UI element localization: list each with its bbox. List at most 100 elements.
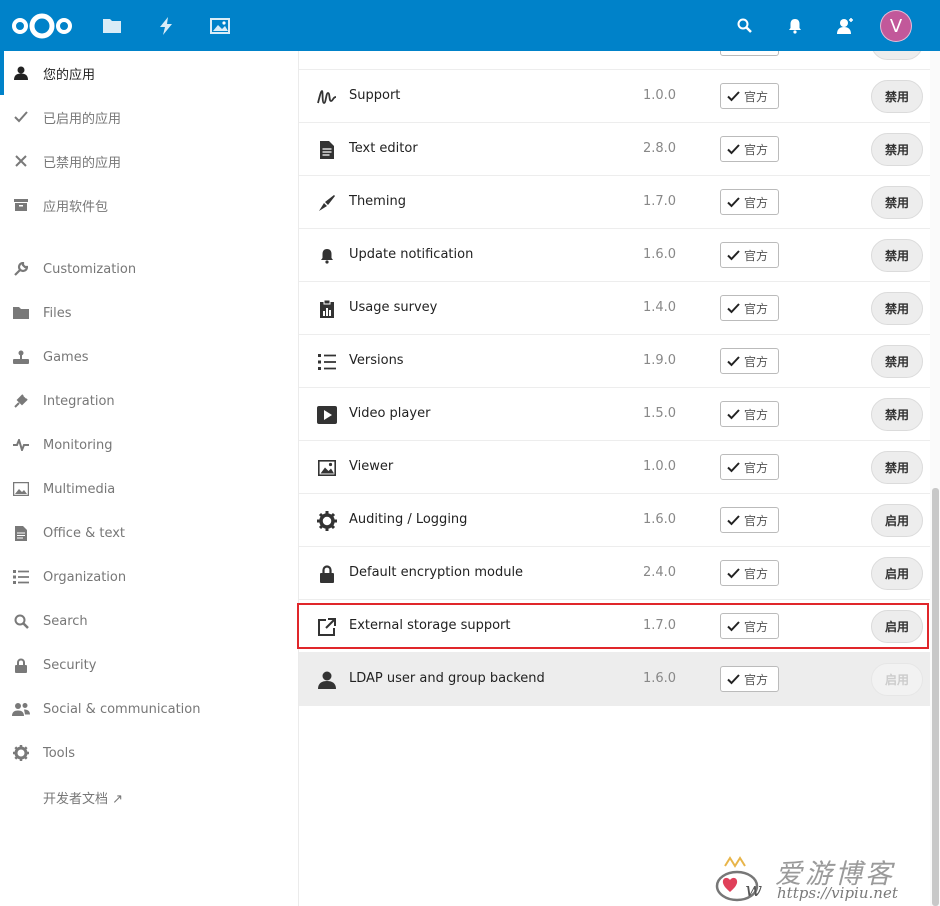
app-name: Viewer — [349, 459, 394, 474]
table-row[interactable]: Text editor 2.8.0 官方 禁用 — [299, 123, 930, 176]
user-icon — [12, 64, 30, 82]
image-icon — [12, 480, 30, 498]
sidebar-item-label: Files — [43, 305, 72, 321]
enable-button[interactable]: 启用 — [871, 504, 923, 537]
table-row[interactable]: Usage survey 1.4.0 官方 禁用 — [299, 282, 930, 335]
enable-button[interactable]: 启用 — [871, 663, 923, 696]
sidebar-item-app-bundles[interactable]: 应用软件包 — [0, 183, 298, 227]
app-version: 1.5.0 — [643, 406, 677, 421]
app-version: 1.6.0 — [643, 247, 677, 262]
disable-button[interactable]: 禁用 — [871, 398, 923, 431]
app-name: LDAP user and group backend — [349, 671, 545, 686]
sidebar-item-label: Tools — [43, 745, 76, 761]
badge-label: 官方 — [744, 566, 769, 581]
scrollbar-thumb[interactable] — [932, 488, 939, 906]
official-badge: 官方 — [720, 295, 779, 321]
enable-button[interactable]: 启用 — [871, 610, 923, 643]
sidebar-item-multimedia[interactable]: Multimedia — [0, 467, 298, 511]
official-badge: 官方 — [720, 560, 779, 586]
app-list: Support 1.0.0 官方 禁用 Text editor 2.8.0 官方… — [299, 51, 930, 906]
disable-button[interactable]: 禁用 — [871, 80, 923, 113]
sidebar-item-security[interactable]: Security — [0, 643, 298, 687]
nextcloud-logo[interactable] — [8, 0, 76, 51]
sidebar-item-developer-docs[interactable]: 开发者文档 ↗ — [0, 775, 298, 819]
official-badge: 官方 — [720, 613, 779, 639]
sidebar-item-disabled-apps[interactable]: 已禁用的应用 — [0, 139, 298, 183]
badge-label: 官方 — [744, 301, 769, 316]
check-icon — [727, 90, 740, 101]
sidebar-item-enabled-apps[interactable]: 已启用的应用 — [0, 95, 298, 139]
badge-label: 官方 — [744, 354, 769, 369]
activity-icon[interactable] — [156, 0, 176, 51]
table-row[interactable]: Default encryption module 2.4.0 官方 启用 — [299, 547, 930, 600]
table-row[interactable] — [299, 51, 930, 70]
sidebar-item-label: Search — [43, 613, 88, 629]
lock-icon — [317, 564, 337, 584]
app-version: 1.9.0 — [643, 353, 677, 368]
list-icon — [12, 568, 30, 586]
search-icon[interactable] — [735, 0, 755, 51]
badge-label: 官方 — [744, 248, 769, 263]
sidebar-item-label: Games — [43, 349, 89, 365]
notifications-icon[interactable] — [786, 0, 804, 51]
sidebar-item-search[interactable]: Search — [0, 599, 298, 643]
sidebar-item-your-apps[interactable]: 您的应用 — [0, 51, 298, 95]
table-row[interactable]: Auditing / Logging 1.6.0 官方 启用 — [299, 494, 930, 547]
gear-icon — [12, 744, 30, 762]
sidebar-item-label: Integration — [43, 393, 115, 409]
sidebar-item-files[interactable]: Files — [0, 291, 298, 335]
search-icon — [12, 612, 30, 630]
table-row[interactable]: Support 1.0.0 官方 禁用 — [299, 70, 930, 123]
sidebar-item-customization[interactable]: Customization — [0, 247, 298, 291]
sidebar-item-monitoring[interactable]: Monitoring — [0, 423, 298, 467]
official-badge: 官方 — [720, 136, 779, 162]
badge-label: 官方 — [744, 407, 769, 422]
official-badge: 官方 — [720, 666, 779, 692]
sidebar-item-office-text[interactable]: Office & text — [0, 511, 298, 555]
avatar[interactable]: V — [880, 10, 912, 42]
disable-button[interactable] — [871, 51, 923, 60]
table-row[interactable]: External storage support 1.7.0 官方 启用 — [299, 600, 930, 653]
top-header: V — [0, 0, 940, 51]
app-name: Update notification — [349, 247, 474, 262]
table-row[interactable]: LDAP user and group backend 1.6.0 官方 启用 — [299, 653, 930, 706]
table-row[interactable]: Video player 1.5.0 官方 禁用 — [299, 388, 930, 441]
folder-icon — [12, 304, 30, 322]
sidebar-item-label: Organization — [43, 569, 127, 585]
app-name: Auditing / Logging — [349, 512, 468, 527]
app-version: 1.4.0 — [643, 300, 677, 315]
disable-button[interactable]: 禁用 — [871, 451, 923, 484]
table-row[interactable]: Update notification 1.6.0 官方 禁用 — [299, 229, 930, 282]
official-badge: 官方 — [720, 401, 779, 427]
badge-label: 官方 — [744, 195, 769, 210]
table-row[interactable]: Theming 1.7.0 官方 禁用 — [299, 176, 930, 229]
people-icon — [12, 700, 30, 718]
check-icon — [727, 408, 740, 419]
picture-icon — [317, 458, 337, 478]
table-row[interactable]: Versions 1.9.0 官方 禁用 — [299, 335, 930, 388]
app-name: Usage survey — [349, 300, 438, 315]
sidebar-item-organization[interactable]: Organization — [0, 555, 298, 599]
app-version: 2.4.0 — [643, 565, 677, 580]
sidebar-item-integration[interactable]: Integration — [0, 379, 298, 423]
sidebar-item-tools[interactable]: Tools — [0, 731, 298, 775]
sidebar-item-label: Customization — [43, 261, 137, 277]
enable-button[interactable]: 启用 — [871, 557, 923, 590]
gallery-icon[interactable] — [209, 0, 231, 51]
sidebar-item-label: 您的应用 — [43, 67, 96, 83]
check-icon — [727, 196, 740, 207]
avatar-letter: V — [889, 15, 903, 37]
disable-button[interactable]: 禁用 — [871, 292, 923, 325]
disable-button[interactable]: 禁用 — [871, 345, 923, 378]
sidebar-item-social[interactable]: Social & communication — [0, 687, 298, 731]
disable-button[interactable]: 禁用 — [871, 186, 923, 219]
table-row[interactable]: Viewer 1.0.0 官方 禁用 — [299, 441, 930, 494]
gear-icon — [317, 511, 337, 531]
disable-button[interactable]: 禁用 — [871, 133, 923, 166]
plug-icon — [12, 392, 30, 410]
disable-button[interactable]: 禁用 — [871, 239, 923, 272]
files-icon[interactable] — [100, 0, 124, 51]
contacts-icon[interactable] — [835, 0, 855, 51]
check-icon — [12, 108, 30, 126]
sidebar-item-games[interactable]: Games — [0, 335, 298, 379]
